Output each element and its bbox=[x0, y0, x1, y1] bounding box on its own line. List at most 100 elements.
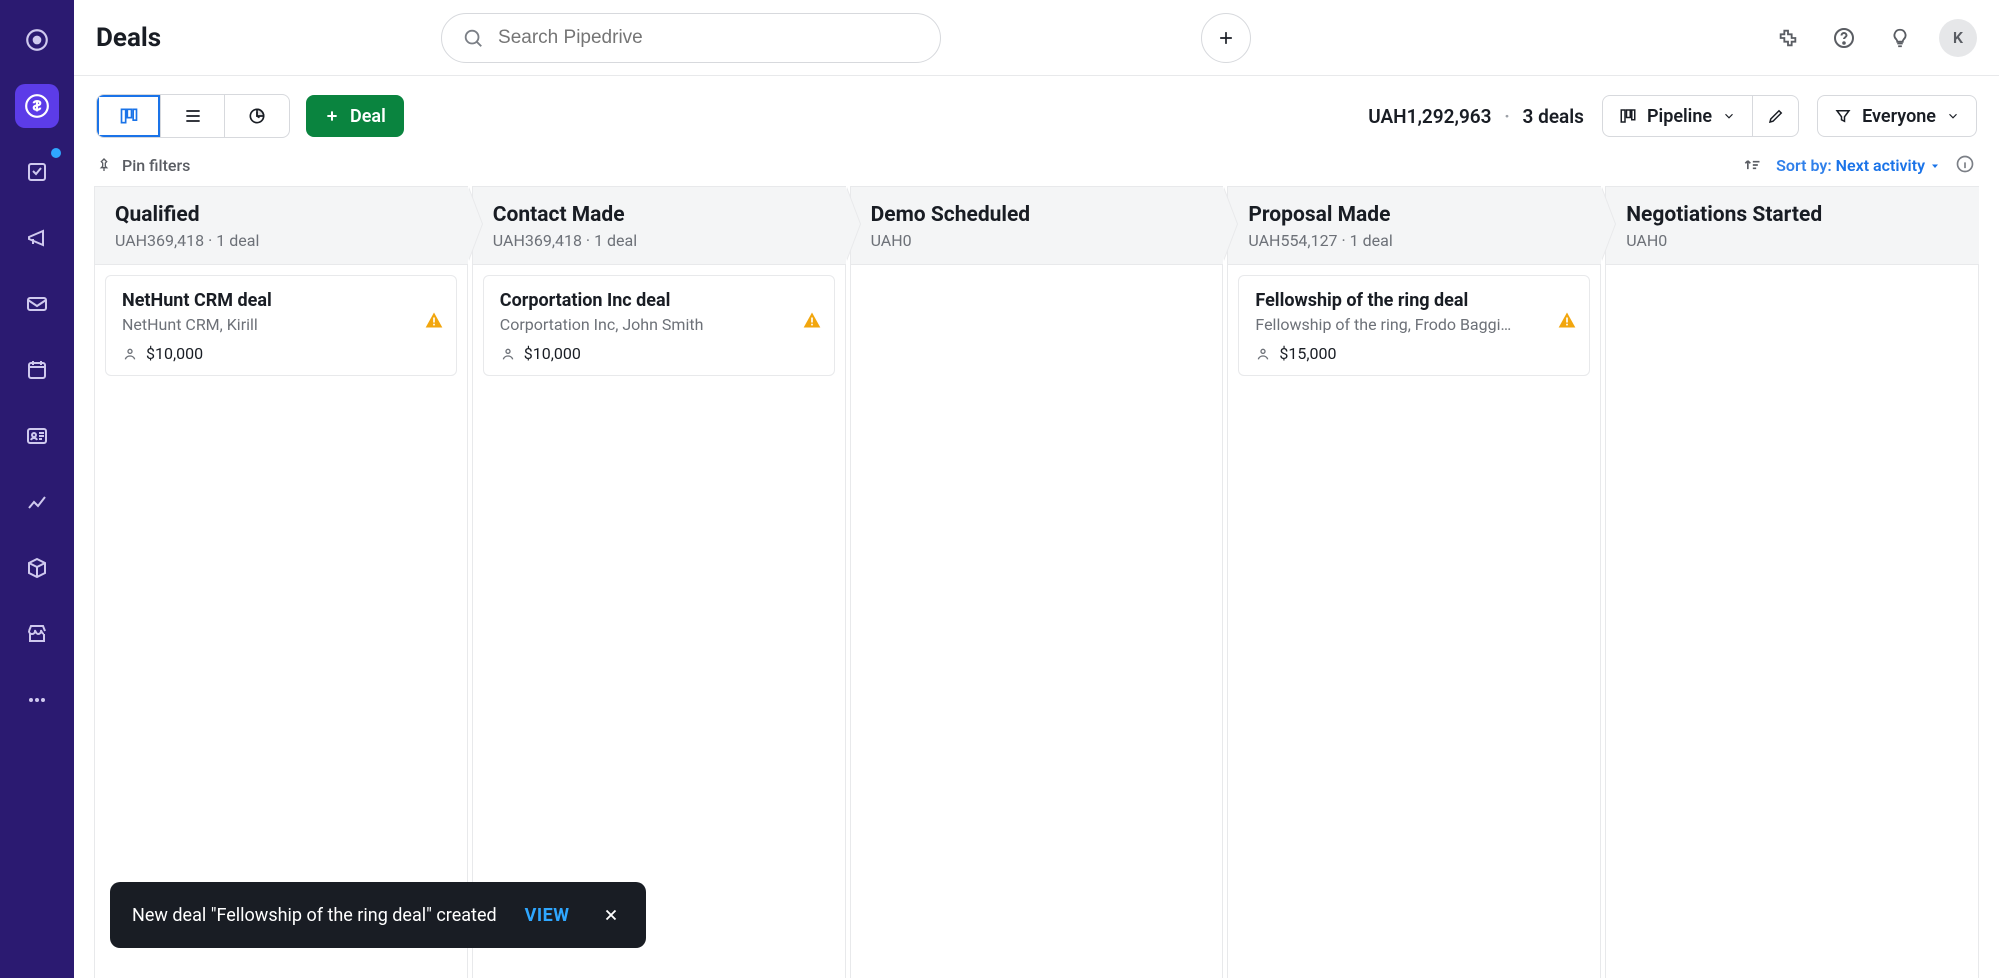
view-toggle bbox=[96, 94, 290, 138]
sort-prefix: Sort by: bbox=[1776, 156, 1832, 175]
pipeline-column: Demo Scheduled UAH0 bbox=[850, 186, 1224, 978]
column-body bbox=[1605, 265, 1979, 978]
nav-activities[interactable] bbox=[15, 150, 59, 194]
owner-filter[interactable]: Everyone bbox=[1817, 95, 1977, 137]
view-forecast[interactable] bbox=[225, 95, 289, 137]
person-icon bbox=[500, 346, 516, 362]
sort-direction-button[interactable] bbox=[1742, 155, 1762, 175]
column-body bbox=[850, 265, 1224, 978]
toast-close-button[interactable] bbox=[598, 902, 624, 928]
extensions-icon[interactable] bbox=[1771, 21, 1805, 55]
column-subtitle: UAH369,418 · 1 deal bbox=[115, 231, 448, 250]
pipeline-icon bbox=[1619, 107, 1637, 125]
filter-row: Pin filters Sort by: Next activity bbox=[74, 148, 1999, 186]
summary-deals: 3 deals bbox=[1523, 105, 1584, 128]
help-icon[interactable] bbox=[1827, 21, 1861, 55]
new-deal-button[interactable]: Deal bbox=[306, 95, 404, 137]
nav-insights[interactable] bbox=[15, 480, 59, 524]
warning-icon bbox=[424, 310, 444, 330]
nav-contacts[interactable] bbox=[15, 414, 59, 458]
column-subtitle: UAH369,418 · 1 deal bbox=[493, 231, 826, 250]
column-header[interactable]: Demo Scheduled UAH0 bbox=[850, 186, 1224, 265]
summary-text: UAH1,292,963 · 3 deals bbox=[1368, 105, 1584, 128]
column-body: Corportation Inc deal Corportation Inc, J… bbox=[472, 265, 846, 978]
topbar: Deals K bbox=[74, 0, 1999, 76]
nav-marketplace[interactable] bbox=[15, 612, 59, 656]
quick-add-button[interactable] bbox=[1201, 13, 1251, 63]
column-subtitle: UAH0 bbox=[1626, 231, 1959, 250]
pipeline-column: Qualified UAH369,418 · 1 deal NetHunt CRM … bbox=[94, 186, 468, 978]
tips-icon[interactable] bbox=[1883, 21, 1917, 55]
deal-subtitle: NetHunt CRM, Kirill bbox=[122, 315, 440, 334]
search-icon bbox=[462, 27, 484, 49]
toast-view-button[interactable]: VIEW bbox=[525, 905, 570, 926]
deal-subtitle: Fellowship of the ring, Frodo Baggi… bbox=[1255, 315, 1573, 334]
deal-title: NetHunt CRM deal bbox=[122, 290, 440, 311]
deal-amount: $10,000 bbox=[122, 344, 440, 363]
nav-mail[interactable] bbox=[15, 282, 59, 326]
column-subtitle: UAH0 bbox=[871, 231, 1204, 250]
deal-card[interactable]: Fellowship of the ring deal Fellowship of… bbox=[1238, 275, 1590, 376]
deal-amount: $10,000 bbox=[500, 344, 818, 363]
filter-icon bbox=[1834, 107, 1852, 125]
toast-message: New deal "Fellowship of the ring deal" c… bbox=[132, 905, 497, 926]
pipeline-column: Proposal Made UAH554,127 · 1 deal Fellowsh… bbox=[1227, 186, 1601, 978]
pipeline-column: Negotiations Started UAH0 bbox=[1605, 186, 1979, 978]
column-header[interactable]: Qualified UAH369,418 · 1 deal bbox=[94, 186, 468, 265]
sort-value: Next activity bbox=[1836, 156, 1925, 175]
sidebar bbox=[0, 0, 74, 978]
pin-filters-button[interactable]: Pin filters bbox=[96, 156, 190, 175]
deal-amount: $15,000 bbox=[1255, 344, 1573, 363]
deal-title: Corportation Inc deal bbox=[500, 290, 818, 311]
search-input[interactable] bbox=[498, 27, 920, 49]
column-subtitle: UAH554,127 · 1 deal bbox=[1248, 231, 1581, 250]
nav-leads[interactable] bbox=[15, 18, 59, 62]
caret-down-icon bbox=[1929, 160, 1941, 172]
warning-icon bbox=[1557, 310, 1577, 330]
notification-dot-icon bbox=[51, 148, 61, 158]
owner-filter-label: Everyone bbox=[1862, 106, 1936, 127]
pin-icon bbox=[96, 157, 112, 173]
warning-icon bbox=[802, 310, 822, 330]
column-body: Fellowship of the ring deal Fellowship of… bbox=[1227, 265, 1601, 978]
new-deal-label: Deal bbox=[350, 106, 386, 127]
plus-icon bbox=[324, 108, 340, 124]
pencil-icon bbox=[1767, 107, 1785, 125]
deal-card[interactable]: Corportation Inc deal Corportation Inc, J… bbox=[483, 275, 835, 376]
column-title: Contact Made bbox=[493, 203, 826, 227]
avatar[interactable]: K bbox=[1939, 19, 1977, 57]
column-title: Proposal Made bbox=[1248, 203, 1581, 227]
search-input-wrap[interactable] bbox=[441, 13, 941, 63]
nav-products[interactable] bbox=[15, 546, 59, 590]
column-header[interactable]: Proposal Made UAH554,127 · 1 deal bbox=[1227, 186, 1601, 265]
sort-selector[interactable]: Sort by: Next activity bbox=[1776, 156, 1941, 175]
column-title: Negotiations Started bbox=[1626, 203, 1959, 227]
nav-deals[interactable] bbox=[15, 84, 59, 128]
view-kanban[interactable] bbox=[97, 95, 161, 137]
person-icon bbox=[1255, 346, 1271, 362]
chevron-down-icon bbox=[1722, 109, 1736, 123]
column-header[interactable]: Contact Made UAH369,418 · 1 deal bbox=[472, 186, 846, 265]
nav-calendar[interactable] bbox=[15, 348, 59, 392]
column-body: NetHunt CRM deal NetHunt CRM, Kirill $10,0… bbox=[94, 265, 468, 978]
toolbar: Deal UAH1,292,963 · 3 deals Pipeline bbox=[74, 76, 1999, 148]
column-title: Demo Scheduled bbox=[871, 203, 1204, 227]
deal-subtitle: Corportation Inc, John Smith bbox=[500, 315, 818, 334]
info-icon[interactable] bbox=[1955, 154, 1977, 176]
deal-card[interactable]: NetHunt CRM deal NetHunt CRM, Kirill $10,0… bbox=[105, 275, 457, 376]
pin-filters-label: Pin filters bbox=[122, 156, 190, 175]
pipeline-selector[interactable]: Pipeline bbox=[1602, 95, 1753, 137]
nav-more[interactable] bbox=[15, 678, 59, 722]
column-header[interactable]: Negotiations Started UAH0 bbox=[1605, 186, 1979, 265]
summary-amount: UAH1,292,963 bbox=[1368, 105, 1491, 128]
person-icon bbox=[122, 346, 138, 362]
toast: New deal "Fellowship of the ring deal" c… bbox=[110, 882, 646, 948]
nav-campaigns[interactable] bbox=[15, 216, 59, 260]
view-list[interactable] bbox=[161, 95, 225, 137]
column-title: Qualified bbox=[115, 203, 448, 227]
pipeline-column: Contact Made UAH369,418 · 1 deal Corportat… bbox=[472, 186, 846, 978]
chevron-down-icon bbox=[1946, 109, 1960, 123]
deal-title: Fellowship of the ring deal bbox=[1255, 290, 1573, 311]
pipeline-label: Pipeline bbox=[1647, 106, 1712, 127]
edit-pipeline-button[interactable] bbox=[1753, 95, 1799, 137]
